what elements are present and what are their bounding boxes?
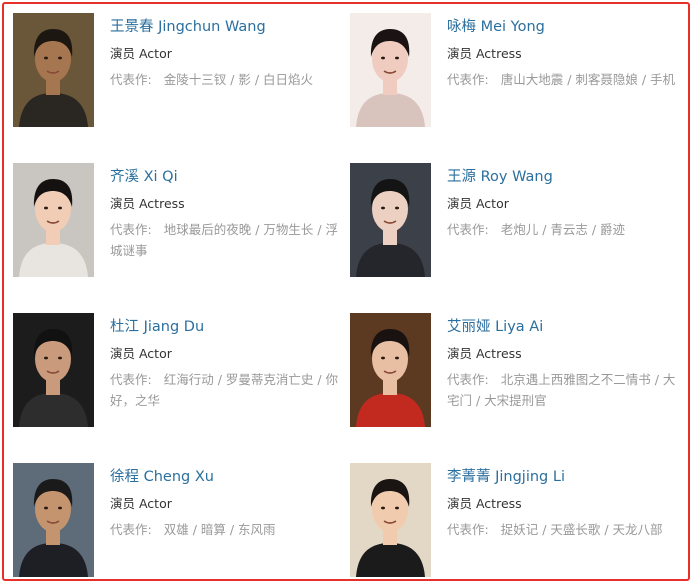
actor-photo[interactable] — [13, 13, 94, 127]
works-list[interactable]: 捉妖记 / 天盛长歌 / 天龙八部 — [501, 522, 663, 537]
representative-works: 代表作: 北京遇上西雅图之不二情书 / 大宅门 / 大宋提刑官 — [447, 369, 683, 411]
works-label: 代表作: — [110, 372, 152, 387]
works-label: 代表作: — [110, 522, 152, 537]
actor-photo[interactable] — [13, 463, 94, 577]
works-label: 代表作: — [447, 222, 489, 237]
actor-name-link[interactable]: 艾丽娅 Liya Ai — [447, 317, 683, 337]
actor-role: 演员 Actor — [110, 346, 172, 361]
actor-name-link[interactable]: 李菁菁 Jingjing Li — [447, 467, 683, 487]
works-label: 代表作: — [447, 372, 489, 387]
actor-photo[interactable] — [13, 313, 94, 427]
actor-role: 演员 Actor — [447, 196, 509, 211]
representative-works: 代表作: 老炮儿 / 青云志 / 爵迹 — [447, 219, 683, 240]
actor-info: 杜江 Jiang Du 演员 Actor 代表作: 红海行动 / 罗曼蒂克消亡史 / … — [110, 317, 346, 411]
representative-works: 代表作: 双雄 / 暗算 / 东风雨 — [110, 519, 346, 540]
actor-photo[interactable] — [350, 13, 431, 127]
works-label: 代表作: — [447, 72, 489, 87]
actor-role: 演员 Actor — [110, 46, 172, 61]
actor-info: 王景春 Jingchun Wang 演员 Actor 代表作: 金陵十三钗 / 影 /… — [110, 17, 346, 90]
works-list[interactable]: 老炮儿 / 青云志 / 爵迹 — [501, 222, 625, 237]
representative-works: 代表作: 金陵十三钗 / 影 / 白日焰火 — [110, 69, 346, 90]
representative-works: 代表作: 红海行动 / 罗曼蒂克消亡史 / 你好，之华 — [110, 369, 346, 411]
actor-card: 徐程 Cheng Xu 演员 Actor 代表作: 双雄 / 暗算 / 东风雨 — [13, 463, 349, 581]
works-label: 代表作: — [110, 72, 152, 87]
works-list[interactable]: 唐山大地震 / 刺客聂隐娘 / 手机 — [501, 72, 675, 87]
actor-card: 王源 Roy Wang 演员 Actor 代表作: 老炮儿 / 青云志 / 爵迹 — [350, 163, 686, 281]
actor-card: 咏梅 Mei Yong 演员 Actress 代表作: 唐山大地震 / 刺客聂隐娘 /… — [350, 13, 686, 131]
actor-role: 演员 Actress — [447, 496, 522, 511]
actor-info: 艾丽娅 Liya Ai 演员 Actress 代表作: 北京遇上西雅图之不二情书 / … — [447, 317, 683, 411]
actor-info: 王源 Roy Wang 演员 Actor 代表作: 老炮儿 / 青云志 / 爵迹 — [447, 167, 683, 240]
actor-info: 李菁菁 Jingjing Li 演员 Actress 代表作: 捉妖记 / 天盛长歌 … — [447, 467, 683, 540]
actor-card: 齐溪 Xi Qi 演员 Actress 代表作: 地球最后的夜晚 / 万物生长 / 浮… — [13, 163, 349, 281]
actor-info: 齐溪 Xi Qi 演员 Actress 代表作: 地球最后的夜晚 / 万物生长 / 浮… — [110, 167, 346, 261]
works-label: 代表作: — [110, 222, 152, 237]
representative-works: 代表作: 捉妖记 / 天盛长歌 / 天龙八部 — [447, 519, 683, 540]
actor-name-link[interactable]: 王景春 Jingchun Wang — [110, 17, 346, 37]
actor-role: 演员 Actress — [110, 196, 185, 211]
actor-photo[interactable] — [350, 163, 431, 277]
actor-card: 艾丽娅 Liya Ai 演员 Actress 代表作: 北京遇上西雅图之不二情书 / … — [350, 313, 686, 431]
actor-info: 徐程 Cheng Xu 演员 Actor 代表作: 双雄 / 暗算 / 东风雨 — [110, 467, 346, 540]
actor-role: 演员 Actor — [110, 496, 172, 511]
actor-card: 王景春 Jingchun Wang 演员 Actor 代表作: 金陵十三钗 / 影 /… — [13, 13, 349, 131]
actor-name-link[interactable]: 杜江 Jiang Du — [110, 317, 346, 337]
actor-info: 咏梅 Mei Yong 演员 Actress 代表作: 唐山大地震 / 刺客聂隐娘 /… — [447, 17, 683, 90]
actor-name-link[interactable]: 咏梅 Mei Yong — [447, 17, 683, 37]
actor-role: 演员 Actress — [447, 346, 522, 361]
actor-photo[interactable] — [13, 163, 94, 277]
actor-role: 演员 Actress — [447, 46, 522, 61]
representative-works: 代表作: 唐山大地震 / 刺客聂隐娘 / 手机 — [447, 69, 683, 90]
actor-card: 李菁菁 Jingjing Li 演员 Actress 代表作: 捉妖记 / 天盛长歌 … — [350, 463, 686, 581]
actor-name-link[interactable]: 齐溪 Xi Qi — [110, 167, 346, 187]
actor-name-link[interactable]: 徐程 Cheng Xu — [110, 467, 346, 487]
works-label: 代表作: — [447, 522, 489, 537]
works-list[interactable]: 金陵十三钗 / 影 / 白日焰火 — [164, 72, 313, 87]
actor-photo[interactable] — [350, 463, 431, 577]
actor-photo[interactable] — [350, 313, 431, 427]
actor-name-link[interactable]: 王源 Roy Wang — [447, 167, 683, 187]
actor-card: 杜江 Jiang Du 演员 Actor 代表作: 红海行动 / 罗曼蒂克消亡史 / … — [13, 313, 349, 431]
representative-works: 代表作: 地球最后的夜晚 / 万物生长 / 浮城谜事 — [110, 219, 346, 261]
works-list[interactable]: 双雄 / 暗算 / 东风雨 — [164, 522, 276, 537]
